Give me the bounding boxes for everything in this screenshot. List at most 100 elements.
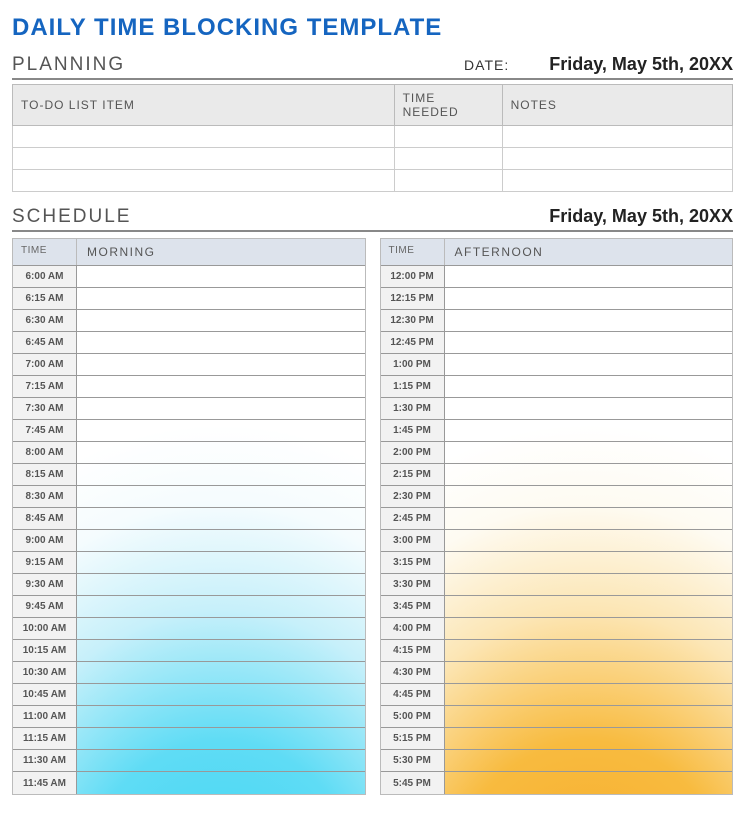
task-cell[interactable] (77, 640, 365, 661)
task-cell[interactable] (77, 574, 365, 595)
planning-cell[interactable] (502, 170, 732, 192)
task-cell[interactable] (445, 640, 733, 661)
schedule-row: 10:00 AM (13, 618, 365, 640)
schedule-row: 12:45 PM (381, 332, 733, 354)
task-cell[interactable] (77, 486, 365, 507)
task-cell[interactable] (77, 618, 365, 639)
schedule-row: 2:45 PM (381, 508, 733, 530)
time-cell: 12:15 PM (381, 288, 445, 309)
time-cell: 1:30 PM (381, 398, 445, 419)
task-cell[interactable] (445, 684, 733, 705)
task-cell[interactable] (77, 288, 365, 309)
task-cell[interactable] (445, 420, 733, 441)
schedule-row: 2:00 PM (381, 442, 733, 464)
task-cell[interactable] (445, 596, 733, 617)
time-cell: 2:30 PM (381, 486, 445, 507)
time-cell: 2:00 PM (381, 442, 445, 463)
task-cell[interactable] (77, 420, 365, 441)
time-cell: 11:15 AM (13, 728, 77, 749)
planning-cell[interactable] (13, 170, 395, 192)
task-cell[interactable] (77, 332, 365, 353)
schedule-row: 2:30 PM (381, 486, 733, 508)
task-cell[interactable] (77, 530, 365, 551)
task-cell[interactable] (445, 530, 733, 551)
task-cell[interactable] (445, 288, 733, 309)
schedule-row: 7:00 AM (13, 354, 365, 376)
time-cell: 8:15 AM (13, 464, 77, 485)
task-cell[interactable] (445, 618, 733, 639)
task-cell[interactable] (445, 332, 733, 353)
time-cell: 6:15 AM (13, 288, 77, 309)
schedule-row: 4:30 PM (381, 662, 733, 684)
task-cell[interactable] (445, 508, 733, 529)
task-cell[interactable] (77, 728, 365, 749)
schedule-row: 3:00 PM (381, 530, 733, 552)
planning-cell[interactable] (394, 170, 502, 192)
time-cell: 8:45 AM (13, 508, 77, 529)
time-cell: 1:00 PM (381, 354, 445, 375)
planning-header-row: PLANNING DATE: Friday, May 5th, 20XX (12, 52, 733, 80)
task-cell[interactable] (77, 750, 365, 771)
task-cell[interactable] (445, 442, 733, 463)
planning-cell[interactable] (502, 148, 732, 170)
task-cell[interactable] (77, 552, 365, 573)
planning-cell[interactable] (394, 126, 502, 148)
task-cell[interactable] (445, 486, 733, 507)
time-header-morning: TIME (13, 239, 77, 265)
task-cell[interactable] (445, 728, 733, 749)
task-cell[interactable] (77, 266, 365, 287)
task-cell[interactable] (77, 464, 365, 485)
task-cell[interactable] (445, 266, 733, 287)
task-cell[interactable] (445, 310, 733, 331)
time-cell: 10:15 AM (13, 640, 77, 661)
planning-cell[interactable] (502, 126, 732, 148)
planning-cell[interactable] (13, 148, 395, 170)
schedule-row: 8:15 AM (13, 464, 365, 486)
task-cell[interactable] (77, 398, 365, 419)
schedule-row: 4:45 PM (381, 684, 733, 706)
task-cell[interactable] (445, 706, 733, 727)
schedule-row: 8:00 AM (13, 442, 365, 464)
schedule-row: 2:15 PM (381, 464, 733, 486)
schedule-row: 5:45 PM (381, 772, 733, 794)
time-cell: 5:15 PM (381, 728, 445, 749)
schedule-row: 10:15 AM (13, 640, 365, 662)
task-cell[interactable] (77, 684, 365, 705)
task-cell[interactable] (77, 508, 365, 529)
time-cell: 9:15 AM (13, 552, 77, 573)
schedule-row: 10:45 AM (13, 684, 365, 706)
schedule-row: 1:30 PM (381, 398, 733, 420)
planning-cell[interactable] (13, 126, 395, 148)
planning-table: TO-DO LIST ITEM TIME NEEDED NOTES (12, 84, 733, 192)
task-cell[interactable] (77, 596, 365, 617)
task-cell[interactable] (445, 376, 733, 397)
time-cell: 10:30 AM (13, 662, 77, 683)
task-cell[interactable] (77, 354, 365, 375)
task-cell[interactable] (445, 464, 733, 485)
task-cell[interactable] (77, 662, 365, 683)
task-cell[interactable] (77, 772, 365, 794)
morning-column: TIME MORNING 6:00 AM6:15 AM6:30 AM6:45 A… (12, 238, 366, 795)
task-cell[interactable] (445, 750, 733, 771)
task-cell[interactable] (445, 574, 733, 595)
task-cell[interactable] (445, 662, 733, 683)
schedule-columns: TIME MORNING 6:00 AM6:15 AM6:30 AM6:45 A… (12, 238, 733, 795)
time-cell: 7:30 AM (13, 398, 77, 419)
task-cell[interactable] (445, 772, 733, 794)
planning-cell[interactable] (394, 148, 502, 170)
schedule-row: 4:15 PM (381, 640, 733, 662)
task-cell[interactable] (77, 442, 365, 463)
planning-heading: PLANNING (12, 54, 125, 76)
time-cell: 10:00 AM (13, 618, 77, 639)
task-cell[interactable] (77, 310, 365, 331)
task-cell[interactable] (77, 706, 365, 727)
task-cell[interactable] (445, 398, 733, 419)
schedule-row: 12:00 PM (381, 266, 733, 288)
task-cell[interactable] (445, 552, 733, 573)
schedule-row: 4:00 PM (381, 618, 733, 640)
schedule-row: 9:45 AM (13, 596, 365, 618)
task-cell[interactable] (445, 354, 733, 375)
time-cell: 8:00 AM (13, 442, 77, 463)
time-cell: 5:00 PM (381, 706, 445, 727)
task-cell[interactable] (77, 376, 365, 397)
